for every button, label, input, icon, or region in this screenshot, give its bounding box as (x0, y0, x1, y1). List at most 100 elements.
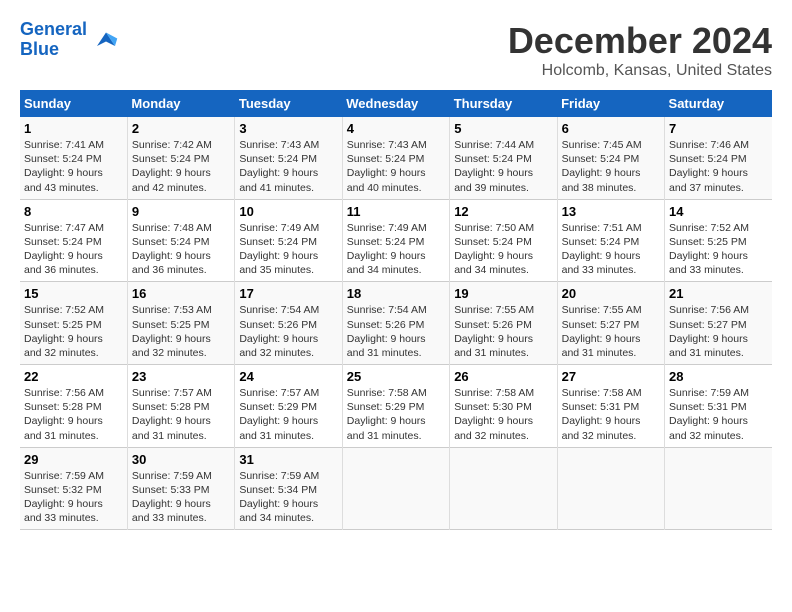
col-header-sunday: Sunday (20, 90, 127, 117)
cell-info: Sunrise: 7:59 AMSunset: 5:33 PMDaylight:… (132, 470, 212, 525)
cell-info: Sunrise: 7:51 AMSunset: 5:24 PMDaylight:… (562, 222, 642, 277)
cell-info: Sunrise: 7:49 AMSunset: 5:24 PMDaylight:… (239, 222, 319, 277)
week-row-5: 29Sunrise: 7:59 AMSunset: 5:32 PMDayligh… (20, 447, 772, 530)
day-number: 11 (347, 204, 445, 219)
main-title: December 2024 (508, 20, 772, 62)
cell-info: Sunrise: 7:42 AMSunset: 5:24 PMDaylight:… (132, 139, 212, 194)
day-number: 12 (454, 204, 552, 219)
calendar-cell: 26 Sunrise: 7:58 AMSunset: 5:30 PMDayligh… (450, 365, 557, 448)
calendar-cell: 29Sunrise: 7:59 AMSunset: 5:32 PMDayligh… (20, 447, 127, 530)
day-number: 7 (669, 121, 768, 136)
day-number: 29 (24, 452, 123, 467)
cell-info: Sunrise: 7:55 AMSunset: 5:26 PMDaylight:… (454, 304, 534, 359)
title-area: December 2024 Holcomb, Kansas, United St… (508, 20, 772, 80)
day-number: 9 (132, 204, 230, 219)
day-number: 24 (239, 369, 337, 384)
calendar-cell (557, 447, 664, 530)
cell-info: Sunrise: 7:58 AMSunset: 5:31 PMDaylight:… (562, 387, 642, 442)
cell-info: Sunrise: 7:56 AMSunset: 5:28 PMDaylight:… (24, 387, 104, 442)
cell-info: Sunrise: 7:50 AMSunset: 5:24 PMDaylight:… (454, 222, 534, 277)
day-number: 5 (454, 121, 552, 136)
cell-info: Sunrise: 7:52 AMSunset: 5:25 PMDaylight:… (24, 304, 104, 359)
subtitle: Holcomb, Kansas, United States (508, 62, 772, 80)
cell-info: Sunrise: 7:54 AMSunset: 5:26 PMDaylight:… (239, 304, 319, 359)
calendar-cell: 1 Sunrise: 7:41 AMSunset: 5:24 PMDaylight… (20, 117, 127, 199)
week-row-3: 15Sunrise: 7:52 AMSunset: 5:25 PMDayligh… (20, 282, 772, 365)
day-number: 16 (132, 286, 230, 301)
day-number: 22 (24, 369, 123, 384)
calendar-header-row: SundayMondayTuesdayWednesdayThursdayFrid… (20, 90, 772, 117)
day-number: 27 (562, 369, 660, 384)
calendar-cell: 18Sunrise: 7:54 AMSunset: 5:26 PMDayligh… (342, 282, 449, 365)
cell-info: Sunrise: 7:57 AMSunset: 5:29 PMDaylight:… (239, 387, 319, 442)
day-number: 2 (132, 121, 230, 136)
calendar-cell (450, 447, 557, 530)
day-number: 10 (239, 204, 337, 219)
day-number: 6 (562, 121, 660, 136)
col-header-tuesday: Tuesday (235, 90, 342, 117)
col-header-wednesday: Wednesday (342, 90, 449, 117)
day-number: 25 (347, 369, 445, 384)
calendar-cell (342, 447, 449, 530)
calendar-cell: 11Sunrise: 7:49 AMSunset: 5:24 PMDayligh… (342, 199, 449, 282)
cell-info: Sunrise: 7:58 AMSunset: 5:29 PMDaylight:… (347, 387, 427, 442)
week-row-4: 22 Sunrise: 7:56 AMSunset: 5:28 PMDayligh… (20, 365, 772, 448)
cell-info: Sunrise: 7:59 AMSunset: 5:34 PMDaylight:… (239, 470, 319, 525)
week-row-2: 8Sunrise: 7:47 AMSunset: 5:24 PMDaylight… (20, 199, 772, 282)
day-number: 20 (562, 286, 660, 301)
calendar-cell: 20 Sunrise: 7:55 AMSunset: 5:27 PMDayligh… (557, 282, 664, 365)
calendar-cell: 3 Sunrise: 7:43 AMSunset: 5:24 PMDaylight… (235, 117, 342, 199)
calendar-cell: 24 Sunrise: 7:57 AMSunset: 5:29 PMDayligh… (235, 365, 342, 448)
calendar-cell: 19 Sunrise: 7:55 AMSunset: 5:26 PMDayligh… (450, 282, 557, 365)
col-header-monday: Monday (127, 90, 234, 117)
calendar-cell: 12 Sunrise: 7:50 AMSunset: 5:24 PMDayligh… (450, 199, 557, 282)
day-number: 1 (24, 121, 123, 136)
calendar-cell: 31 Sunrise: 7:59 AMSunset: 5:34 PMDayligh… (235, 447, 342, 530)
cell-info: Sunrise: 7:47 AMSunset: 5:24 PMDaylight:… (24, 222, 104, 277)
calendar-cell: 5 Sunrise: 7:44 AMSunset: 5:24 PMDaylight… (450, 117, 557, 199)
week-row-1: 1 Sunrise: 7:41 AMSunset: 5:24 PMDaylight… (20, 117, 772, 199)
cell-info: Sunrise: 7:48 AMSunset: 5:24 PMDaylight:… (132, 222, 212, 277)
day-number: 4 (347, 121, 445, 136)
cell-info: Sunrise: 7:57 AMSunset: 5:28 PMDaylight:… (132, 387, 212, 442)
cell-info: Sunrise: 7:43 AMSunset: 5:24 PMDaylight:… (347, 139, 427, 194)
cell-info: Sunrise: 7:44 AMSunset: 5:24 PMDaylight:… (454, 139, 534, 194)
calendar-cell: 22 Sunrise: 7:56 AMSunset: 5:28 PMDayligh… (20, 365, 127, 448)
logo-text: General Blue (20, 20, 87, 60)
cell-info: Sunrise: 7:56 AMSunset: 5:27 PMDaylight:… (669, 304, 749, 359)
day-number: 31 (239, 452, 337, 467)
calendar-cell: 14Sunrise: 7:52 AMSunset: 5:25 PMDayligh… (665, 199, 772, 282)
cell-info: Sunrise: 7:54 AMSunset: 5:26 PMDaylight:… (347, 304, 427, 359)
calendar-cell: 27 Sunrise: 7:58 AMSunset: 5:31 PMDayligh… (557, 365, 664, 448)
day-number: 13 (562, 204, 660, 219)
cell-info: Sunrise: 7:46 AMSunset: 5:24 PMDaylight:… (669, 139, 749, 194)
calendar-cell: 17 Sunrise: 7:54 AMSunset: 5:26 PMDayligh… (235, 282, 342, 365)
cell-info: Sunrise: 7:55 AMSunset: 5:27 PMDaylight:… (562, 304, 642, 359)
calendar-cell: 13 Sunrise: 7:51 AMSunset: 5:24 PMDayligh… (557, 199, 664, 282)
cell-info: Sunrise: 7:52 AMSunset: 5:25 PMDaylight:… (669, 222, 749, 277)
day-number: 21 (669, 286, 768, 301)
calendar-table: SundayMondayTuesdayWednesdayThursdayFrid… (20, 90, 772, 530)
calendar-cell: 15Sunrise: 7:52 AMSunset: 5:25 PMDayligh… (20, 282, 127, 365)
calendar-cell: 30Sunrise: 7:59 AMSunset: 5:33 PMDayligh… (127, 447, 234, 530)
col-header-saturday: Saturday (665, 90, 772, 117)
cell-info: Sunrise: 7:45 AMSunset: 5:24 PMDaylight:… (562, 139, 642, 194)
cell-info: Sunrise: 7:43 AMSunset: 5:24 PMDaylight:… (239, 139, 319, 194)
calendar-cell: 21 Sunrise: 7:56 AMSunset: 5:27 PMDayligh… (665, 282, 772, 365)
cell-info: Sunrise: 7:41 AMSunset: 5:24 PMDaylight:… (24, 139, 104, 194)
calendar-cell: 16Sunrise: 7:53 AMSunset: 5:25 PMDayligh… (127, 282, 234, 365)
cell-info: Sunrise: 7:58 AMSunset: 5:30 PMDaylight:… (454, 387, 534, 442)
calendar-cell: 6 Sunrise: 7:45 AMSunset: 5:24 PMDaylight… (557, 117, 664, 199)
day-number: 19 (454, 286, 552, 301)
logo: General Blue (20, 20, 121, 60)
header: General Blue December 2024 Holcomb, Kans… (20, 20, 772, 80)
calendar-cell: 8Sunrise: 7:47 AMSunset: 5:24 PMDaylight… (20, 199, 127, 282)
calendar-cell: 4 Sunrise: 7:43 AMSunset: 5:24 PMDaylight… (342, 117, 449, 199)
col-header-thursday: Thursday (450, 90, 557, 117)
cell-info: Sunrise: 7:59 AMSunset: 5:31 PMDaylight:… (669, 387, 749, 442)
col-header-friday: Friday (557, 90, 664, 117)
day-number: 3 (239, 121, 337, 136)
day-number: 17 (239, 286, 337, 301)
day-number: 26 (454, 369, 552, 384)
day-number: 28 (669, 369, 768, 384)
